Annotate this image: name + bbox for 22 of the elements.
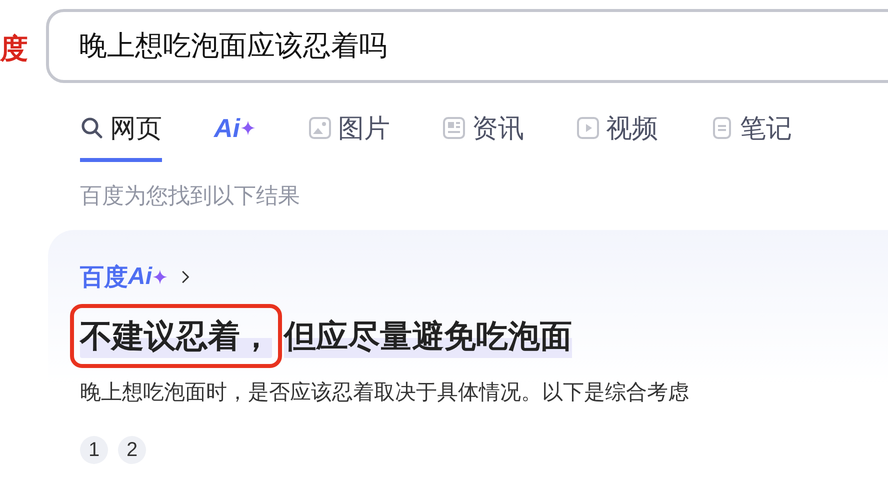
note-icon — [710, 116, 734, 140]
tab[interactable]: 视频 — [576, 104, 658, 162]
tab[interactable]: Ai — [214, 104, 256, 162]
citation-badge[interactable]: 1 — [80, 436, 108, 464]
sparkle-icon — [240, 120, 256, 136]
tab[interactable]: 图片 — [308, 104, 390, 162]
search-field[interactable]: 晚上想吃泡面应该忍着吗 — [46, 9, 888, 83]
answer-text: 晚上想吃泡面时，是否应该忍着取决于具体情况。以下是综合考虑 — [80, 380, 690, 406]
citation-badge[interactable]: 2 — [118, 436, 146, 464]
tab[interactable]: 网页 — [80, 104, 162, 162]
news-icon — [442, 116, 466, 140]
search-icon — [80, 116, 104, 140]
image-icon — [308, 116, 332, 140]
logo-fragment: 度 — [0, 32, 29, 66]
brand-name: 百度 — [80, 263, 128, 293]
sparkle-icon — [152, 269, 168, 285]
tab[interactable]: 资讯 — [442, 104, 524, 162]
tab[interactable]: 笔记 — [710, 104, 792, 162]
result-count: 百度为您找到以下结果 — [79, 182, 301, 210]
brand-ai-logo: Ai — [128, 263, 152, 291]
play-icon — [576, 116, 600, 140]
chevron-icon[interactable] — [180, 269, 190, 285]
